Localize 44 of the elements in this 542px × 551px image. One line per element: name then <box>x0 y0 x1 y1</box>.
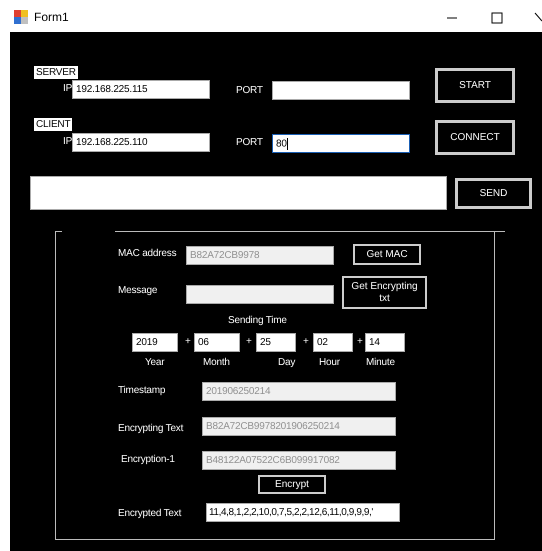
endpoint-button[interactable]: CONNECT <box>435 120 515 155</box>
port-label: PORT <box>236 85 263 96</box>
plus-sign: + <box>357 336 363 347</box>
time-part-label: Hour <box>319 357 340 368</box>
output-label: Encrypting Text <box>118 423 184 434</box>
ip-field[interactable]: 192.168.225.115 <box>72 80 210 99</box>
message-label: Message <box>118 285 158 296</box>
output-label: Encryption-1 <box>121 454 175 465</box>
port-field[interactable] <box>272 81 410 100</box>
message-input[interactable] <box>30 176 447 210</box>
encrypted-text-label: Encrypted Text <box>118 508 182 519</box>
time-field[interactable]: 06 <box>194 333 240 352</box>
plus-sign: + <box>185 336 191 347</box>
time-field[interactable]: 14 <box>365 333 405 352</box>
time-part-label: Year <box>145 357 164 368</box>
port-label: PORT <box>236 137 263 148</box>
endpoint-button[interactable]: START <box>435 68 515 103</box>
plus-sign: + <box>303 336 309 347</box>
ip-label: IP <box>63 136 72 147</box>
section-heading: SERVER <box>34 66 78 79</box>
time-part-label: Month <box>203 357 230 368</box>
encrypted-text-field[interactable]: 11,4,8,1,2,2,10,0,7,5,2,2,12,6,11,0,9,9,9,' <box>206 503 400 522</box>
time-field[interactable]: 25 <box>256 333 296 352</box>
maximize-icon[interactable] <box>491 12 503 24</box>
time-field[interactable]: 02 <box>313 333 353 352</box>
mac-label: MAC address <box>118 248 176 259</box>
output-label: Timestamp <box>118 385 166 396</box>
port-field[interactable]: 80 <box>272 134 410 153</box>
app-icon <box>14 10 28 24</box>
ip-label: IP <box>63 83 72 94</box>
close-icon[interactable] <box>534 12 542 24</box>
encrypt-button[interactable]: Encrypt <box>258 475 326 494</box>
message-field[interactable] <box>186 285 334 304</box>
section-heading: CLIENT <box>34 118 72 131</box>
ip-field[interactable]: 192.168.225.110 <box>72 133 210 152</box>
send-button[interactable]: SEND <box>455 178 532 209</box>
time-field[interactable]: 2019 <box>132 333 178 352</box>
time-part-label: Minute <box>366 357 395 368</box>
get-mac-button[interactable]: Get MAC <box>353 244 421 265</box>
sending-time-label: Sending Time <box>228 315 287 326</box>
window-title: Form1 <box>34 10 69 24</box>
plus-sign: + <box>246 336 252 347</box>
time-part-label: Day <box>278 357 296 368</box>
get-encrypting-button[interactable]: Get Encrypting txt <box>342 276 427 309</box>
